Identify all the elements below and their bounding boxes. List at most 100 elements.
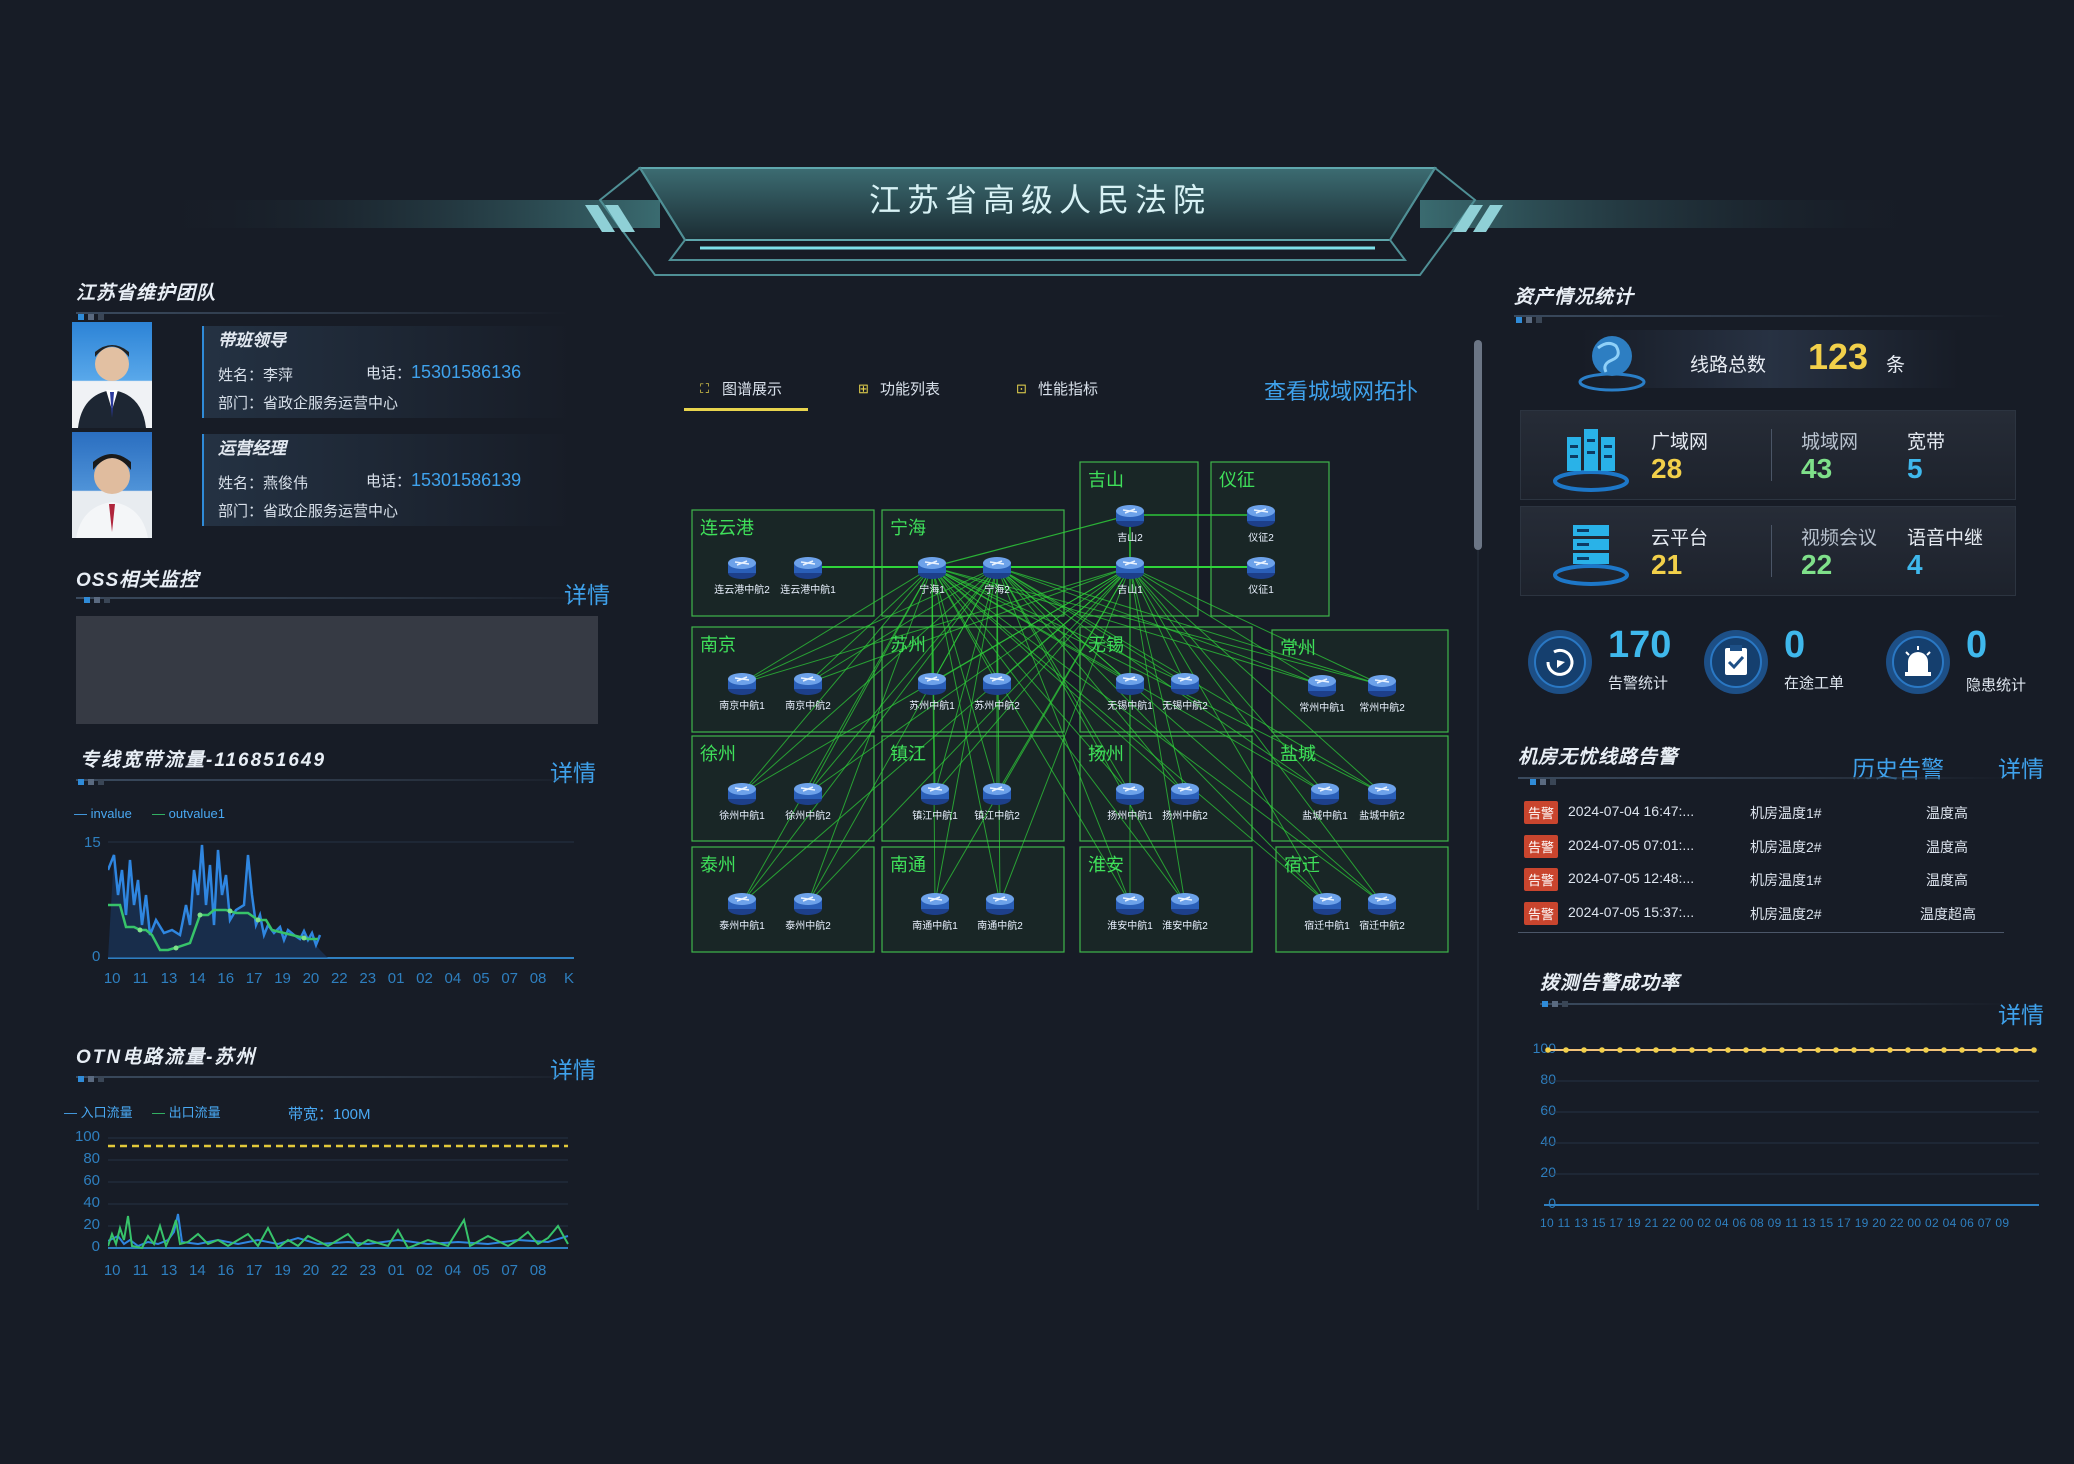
person-icon [76,454,148,538]
region-name: 徐州 [700,744,736,764]
xtick-label: 01 [387,1262,405,1279]
leader-dept-row: 部门：省政企服务运营中心 [218,392,398,413]
node-label: 镇江中航2 [974,811,1020,822]
xtick-label: 11 [132,970,149,987]
xtick-label: 05 [472,1262,490,1279]
alarm-row[interactable]: 告警 2024-07-05 07:01:... 机房温度2# 温度高 [1524,834,1994,858]
cloud-server-icon [1553,525,1629,586]
alarm-light-icon [1886,630,1950,694]
cloud-label: 云平台 [1651,528,1709,549]
xtick-label: 08 [529,1262,547,1279]
clipboard-icon [1704,630,1768,694]
xtick-label: 20 [302,1262,320,1279]
region-name: 吉山 [1088,470,1124,490]
tab-performance[interactable]: ⊡ 性能指标 [1016,378,1098,399]
legend-outbound-label: 出口流量 [168,1105,221,1120]
probe-detail-link[interactable]: 详情 [1998,996,2044,1030]
wan-value: 28 [1651,453,1683,484]
bandwidth-ytick-zero: 0 [92,948,101,965]
region-name: 苏州 [890,635,926,655]
probe-point [1923,1047,1929,1053]
region-name: 仪征 [1219,470,1255,490]
otn-detail-link[interactable]: 详情 [550,1051,596,1085]
lines-total-value: 123 [1808,336,1869,377]
node-label: 常州中航1 [1299,703,1345,714]
probe-point [1581,1047,1587,1053]
alarm-device: 机房温度2# [1750,838,1822,855]
probe-point [1545,1047,1551,1053]
ytick-label: 40 [83,1194,100,1211]
bandwidth-detail-link[interactable]: 详情 [550,754,596,788]
node-label: 仪征2 [1248,533,1274,544]
name-label: 姓名： [218,475,264,492]
region-name: 镇江 [890,744,926,764]
ytick-label: 80 [83,1150,100,1167]
probe-point [1563,1047,1569,1053]
node-label: 扬州中航1 [1107,811,1153,822]
otn-xaxis: 10 11 13 14 16 17 19 20 22 23 01 02 04 05 07 08 [98,1262,578,1282]
alarm-row[interactable]: 告警 2024-07-04 16:47:... 机房温度1# 温度高 [1524,800,1994,824]
xtick-label: 14 [189,1262,206,1279]
node-label: 仪征1 [1248,585,1274,596]
tab-performance-label: 性能指标 [1038,381,1099,398]
man-value: 43 [1801,453,1833,484]
ytick-label: 20 [83,1216,100,1233]
probe-point [1887,1047,1893,1053]
stat-alarms[interactable]: 170 告警统计 [1526,624,1696,694]
stat-hazards-value: 0 [1966,624,1988,666]
section-dots [78,1076,104,1082]
bandwidth-ytick-top: 15 [84,834,101,851]
alarm-row[interactable]: 告警 2024-07-05 15:37:... 机房温度2# 温度超高 [1524,901,1994,925]
center-scrollbar[interactable] [1474,340,1482,550]
node-label: 盐城中航2 [1359,811,1405,822]
person-icon [78,345,146,428]
oss-monitor-panel [76,616,598,724]
node-label: 无锡中航1 [1107,701,1153,712]
tab-active-underline [684,408,808,411]
leader-phone[interactable]: 15301586136 [411,362,521,382]
node-label: 泰州中航2 [785,921,831,932]
oss-detail-link[interactable]: 详情 [564,576,610,610]
stat-hazards[interactable]: 0 隐患统计 [1884,624,2054,694]
xtick-label: 13 [160,1262,178,1279]
stat-hazards-label: 隐患统计 [1966,677,2027,694]
grid-icon: ⊞ [858,380,869,396]
alarm-time: 2024-07-04 16:47:... [1568,803,1695,819]
region-name: 盐城 [1280,744,1316,764]
xtick-label: 19 [274,1262,291,1279]
voice-value: 4 [1907,549,1923,580]
avatar-leader [72,322,152,428]
probe-point [1851,1047,1857,1053]
otn-section-title: OTN电路流量-苏州 [76,1047,257,1068]
dept-label: 部门： [218,503,264,520]
node-label: 徐州中航1 [719,811,765,822]
xtick-label: 16 [217,1262,235,1279]
leader-card: 带班领导 姓名：李萍 电话：15301586136 部门：省政企服务运营中心 [202,326,574,418]
xtick-label: 05 [472,970,490,987]
ytick-label: 100 [74,1128,100,1145]
stat-alarms-label: 告警统计 [1608,675,1669,692]
node-label: 南京中航2 [785,701,831,712]
tab-functions[interactable]: ⊞ 功能列表 [858,378,940,399]
alarm-badge: 告警 [1524,901,1559,925]
alarm-row[interactable]: 告警 2024-07-05 12:48:... 机房温度1# 温度高 [1524,867,1994,891]
name-label: 姓名： [218,367,264,384]
manager-phone[interactable]: 15301586139 [411,470,521,490]
xtick-label: 01 [387,970,405,987]
bandwidth-chart [108,841,574,959]
leader-role: 带班领导 [218,331,286,350]
tab-graph[interactable]: ⛶ 图谱展示 [700,378,782,399]
probe-point [1815,1047,1821,1053]
city-topology-link[interactable]: 查看城域网拓扑 [1264,374,1418,406]
otn-xtick-row: 10 11 13 14 16 17 19 20 22 23 01 02 04 05 07 08 [98,1262,578,1279]
divider [1771,429,1772,481]
xtick-label: 04 [444,970,462,987]
video-value: 22 [1801,549,1833,580]
video-label: 视频会议 [1801,528,1878,549]
section-divider [1514,315,2008,317]
section-dots [84,597,110,603]
xtick-label: 07 [501,970,518,987]
bandwidth-xtick-row: 10 11 13 14 16 17 19 20 22 23 01 02 04 05 07 08 [98,970,578,987]
header-banner: 江苏省高级人民法院 [0,160,2074,290]
stat-workorders[interactable]: 0 在途工单 [1702,624,1872,694]
